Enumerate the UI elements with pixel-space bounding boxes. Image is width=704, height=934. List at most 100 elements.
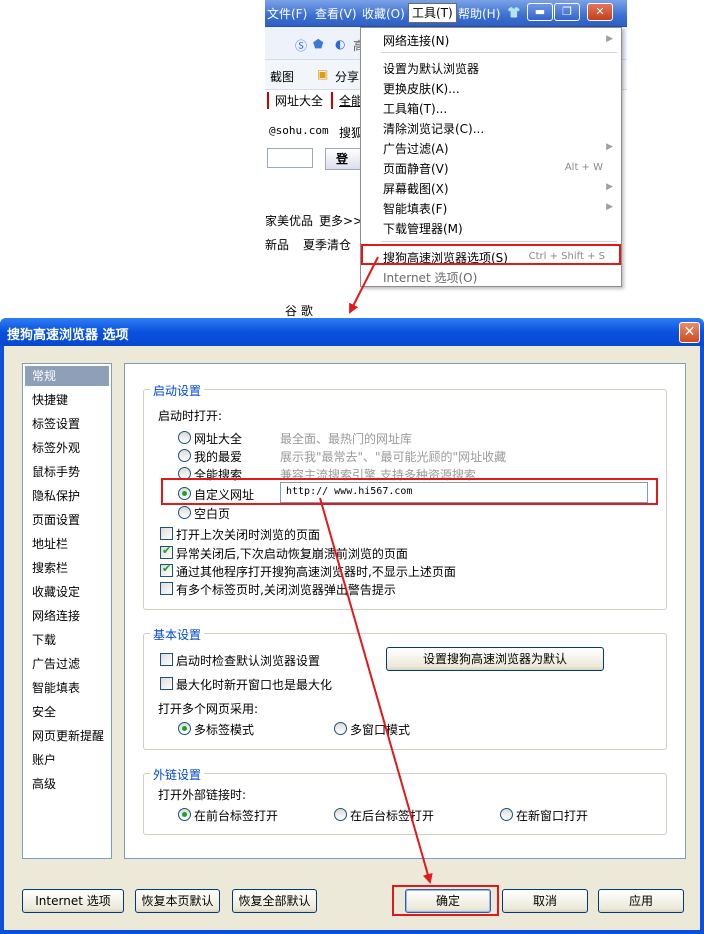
maximize-button[interactable]: ❐ <box>554 3 580 21</box>
checkbox-check-default[interactable] <box>160 653 173 666</box>
checkbox-crash-recovery[interactable] <box>160 544 173 559</box>
ad-link-1[interactable]: 家美优品 <box>265 212 313 229</box>
menu-item-clear-history[interactable]: 清除浏览记录(C)... <box>383 120 484 137</box>
nav-item-search-bar[interactable]: 搜索栏 <box>25 558 109 578</box>
menu-bar: 文件(F) 查看(V) 收藏(O) 工具(T) 帮助(H) 👕 ▬ ❐ ✕ <box>265 0 627 27</box>
radio-foreground-tab[interactable] <box>178 808 191 821</box>
checkbox-restore-last[interactable] <box>160 527 173 540</box>
nav-item-mouse-gesture[interactable]: 鼠标手势 <box>25 462 109 482</box>
menu-item-download-manager[interactable]: 下载管理器(M) <box>383 220 463 237</box>
radio-multi-tab[interactable] <box>178 722 191 735</box>
menu-item-internet-options[interactable]: Internet 选项(O) <box>383 269 477 286</box>
nav-item-address-bar[interactable]: 地址栏 <box>25 534 109 554</box>
menu-help[interactable]: 帮助(H) <box>458 5 500 22</box>
password-input[interactable] <box>267 148 313 168</box>
close-icon[interactable]: ✕ <box>679 322 700 343</box>
shirt-icon[interactable]: 👕 <box>507 6 521 19</box>
share-label[interactable]: 分享 <box>335 68 359 85</box>
menu-item-toolbox[interactable]: 工具箱(T)... <box>383 100 447 117</box>
screenshot-label[interactable]: 截图 <box>270 68 294 85</box>
menu-item-mute[interactable]: 页面静音(V) <box>383 160 449 177</box>
apply-button[interactable]: 应用 <box>598 889 684 913</box>
restore-all-default-button[interactable]: 恢复全部默认 <box>232 889 317 913</box>
ad-link-3[interactable]: 夏季清仓 <box>303 236 351 253</box>
radio-new-window[interactable] <box>500 808 513 821</box>
nav-item-security[interactable]: 安全 <box>25 702 109 722</box>
minimize-button[interactable]: ▬ <box>527 3 553 21</box>
checkbox-maximize-new[interactable] <box>160 677 173 690</box>
menu-item-screenshot[interactable]: 屏幕截图(X) <box>383 180 449 197</box>
nav-item-shortcuts[interactable]: 快捷键 <box>25 390 109 410</box>
shield-icon[interactable]: ⬟ <box>313 37 323 51</box>
highlight-box-ok <box>392 885 499 916</box>
nav-item-tab-appearance[interactable]: 标签外观 <box>25 438 109 458</box>
menu-item-network[interactable]: 网络连接(N) <box>383 32 449 49</box>
all-search-link[interactable]: 全能 <box>331 92 363 109</box>
startup-open-label: 启动时打开: <box>158 409 223 423</box>
internet-options-button[interactable]: Internet 选项 <box>22 889 124 913</box>
radio-blank-page[interactable] <box>178 506 191 519</box>
radio-my-favorites[interactable] <box>178 449 191 462</box>
restore-page-default-button[interactable]: 恢复本页默认 <box>135 889 220 913</box>
nav-item-ad-filter[interactable]: 广告过滤 <box>25 654 109 674</box>
nav-item-favorites[interactable]: 收藏设定 <box>25 582 109 602</box>
submenu-arrow-icon: ▶ <box>606 34 613 44</box>
multi-page-label: 打开多个网页采用: <box>158 702 259 716</box>
nav-item-account[interactable]: 账户 <box>25 750 109 770</box>
nav-item-privacy[interactable]: 隐私保护 <box>25 486 109 506</box>
radio-background-tab[interactable] <box>334 808 347 821</box>
nav-item-general[interactable]: 常规 <box>25 366 109 386</box>
menu-item-set-default[interactable]: 设置为默认浏览器 <box>383 60 479 77</box>
desc-url-nav: 最全面、最热门的网址库 <box>280 432 413 446</box>
menu-item-skin[interactable]: 更换皮肤(K)... <box>383 80 460 97</box>
external-link-label: 打开外部链接时: <box>158 788 247 802</box>
nav-item-page-settings[interactable]: 页面设置 <box>25 510 109 530</box>
more-link[interactable]: 更多>> <box>319 212 363 229</box>
checkbox-label-maximize-new: 最大化时新开窗口也是最大化 <box>176 678 333 692</box>
url-nav-link[interactable]: 网址大全 <box>267 92 323 109</box>
menu-tools[interactable]: 工具(T) <box>408 3 457 23</box>
external-group-title: 外链设置 <box>150 766 205 783</box>
menu-item-ad-filter[interactable]: 广告过滤(A) <box>383 140 449 157</box>
checkbox-external-open[interactable] <box>160 562 173 577</box>
options-dialog: 搜狗高速浏览器 选项 ✕ 常规 快捷键 标签设置 标签外观 鼠标手势 隐私保护 … <box>0 318 704 934</box>
nav-item-network[interactable]: 网络连接 <box>25 606 109 626</box>
cancel-button[interactable]: 取消 <box>502 889 588 913</box>
radio-url-nav[interactable] <box>178 431 191 444</box>
submenu-arrow-icon: ▶ <box>606 182 613 192</box>
ad-link-2[interactable]: 新品 <box>265 236 289 253</box>
basic-group: 基本设置 启动时检查默认浏览器设置 设置搜狗高速浏览器为默认 最大化时新开窗口也… <box>143 626 667 750</box>
email-suffix: @sohu.com <box>269 124 329 137</box>
radio-label-multi-tab: 多标签模式 <box>194 723 255 737</box>
checkbox-label-external-open: 通过其他程序打开搜狗高速浏览器时,不显示上述页面 <box>176 565 456 579</box>
startup-group-title: 启动设置 <box>150 382 205 399</box>
nav-item-advanced[interactable]: 高级 <box>25 774 109 794</box>
menu-view[interactable]: 查看(V) <box>315 5 357 22</box>
close-window-button[interactable]: ✕ <box>587 3 613 21</box>
set-default-browser-button[interactable]: 设置搜狗高速浏览器为默认 <box>386 647 604 671</box>
menu-file[interactable]: 文件(F) <box>267 5 307 22</box>
radio-label-blank-page: 空白页 <box>194 507 231 521</box>
menu-separator <box>381 241 617 242</box>
globe-icon: ◐ <box>335 37 346 51</box>
nav-item-page-update[interactable]: 网页更新提醒 <box>25 726 109 746</box>
menu-favorites[interactable]: 收藏(O) <box>362 5 405 22</box>
dialog-title: 搜狗高速浏览器 选项 <box>7 328 129 343</box>
menu-item-autofill[interactable]: 智能填表(F) <box>383 200 447 217</box>
nav-item-autofill[interactable]: 智能填表 <box>25 678 109 698</box>
shortcut-mute: Alt + W <box>564 162 603 173</box>
radio-label-foreground-tab: 在前台标签打开 <box>194 809 279 823</box>
nav-item-download[interactable]: 下载 <box>25 630 109 650</box>
radio-label-my-favorites: 我的最爱 <box>194 450 243 464</box>
radio-multi-window[interactable] <box>334 722 347 735</box>
radio-label-background-tab: 在后台标签打开 <box>350 809 435 823</box>
checkbox-close-warning[interactable] <box>160 582 173 595</box>
radio-label-url-nav: 网址大全 <box>194 432 243 446</box>
basic-group-title: 基本设置 <box>150 626 205 643</box>
radio-label-new-window: 在新窗口打开 <box>516 809 589 823</box>
login-button[interactable]: 登 <box>325 148 363 170</box>
nav-item-tab-settings[interactable]: 标签设置 <box>25 414 109 434</box>
google-label: 谷 歌 <box>285 304 313 318</box>
sogou-s-icon[interactable]: Ⓢ <box>295 37 307 54</box>
highlight-box-custom-url <box>161 478 658 505</box>
